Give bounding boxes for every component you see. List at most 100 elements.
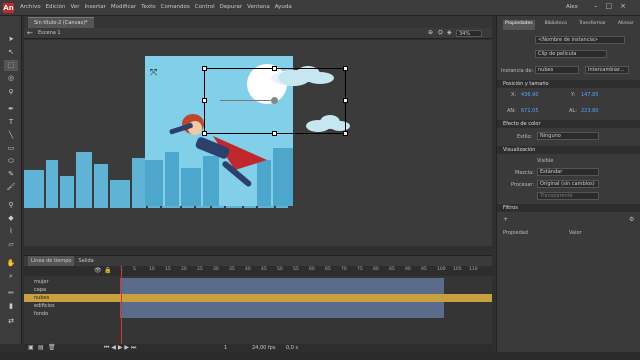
- 3d-rotation-tool-icon[interactable]: ◎: [4, 73, 18, 84]
- subselection-tool-icon[interactable]: ↖: [4, 47, 18, 58]
- registration-point[interactable]: [271, 97, 278, 104]
- y-value[interactable]: 147,85: [581, 92, 599, 98]
- transform-handle-br[interactable]: [343, 131, 348, 136]
- edit-scene-icon[interactable]: ⛭: [438, 29, 443, 37]
- transform-handle-r[interactable]: [343, 98, 348, 103]
- menu-ventana[interactable]: Ventana: [247, 4, 270, 10]
- new-folder-icon[interactable]: ▤: [38, 344, 44, 351]
- layer-row-capa[interactable]: capa: [24, 286, 492, 294]
- transform-tool-icon[interactable]: ⬚: [4, 60, 18, 71]
- user-name[interactable]: Alex: [566, 4, 578, 10]
- menu-ayuda[interactable]: Ayuda: [275, 4, 292, 10]
- filter-options-icon[interactable]: ⚙: [629, 216, 634, 223]
- close-button[interactable]: ×: [620, 2, 626, 10]
- center-stage-icon[interactable]: ⊕: [428, 29, 433, 36]
- eraser-icon[interactable]: ▱: [4, 239, 18, 250]
- style-select[interactable]: Ninguno: [537, 132, 599, 140]
- layer-frames[interactable]: [120, 310, 444, 318]
- layer-frames[interactable]: [120, 286, 444, 294]
- section-position-size[interactable]: Posición y tamaño: [497, 80, 640, 88]
- lock-icon[interactable]: 🔒: [104, 267, 111, 274]
- layer-row-nubes[interactable]: nubes: [24, 294, 492, 302]
- layer-row-edificios[interactable]: edificios: [24, 302, 492, 310]
- symbol-type-select[interactable]: Clip de película: [535, 50, 607, 58]
- oval-tool-icon[interactable]: ⬭: [4, 156, 18, 167]
- stroke-color-icon[interactable]: ✏: [4, 288, 18, 299]
- instance-name-input[interactable]: <Nombre de instancia>: [535, 36, 625, 44]
- rectangle-tool-icon[interactable]: ▭: [4, 143, 18, 154]
- render-select[interactable]: Original (sin cambios): [537, 180, 599, 188]
- eyedropper-icon[interactable]: ⌇: [4, 226, 18, 237]
- line-tool-icon[interactable]: ╲: [4, 130, 18, 141]
- section-display[interactable]: Visualización: [497, 146, 640, 154]
- eye-icon[interactable]: 👁: [94, 267, 102, 274]
- selection-tool-icon[interactable]: ➤: [4, 34, 18, 45]
- swap-colors-icon[interactable]: ⇄: [4, 316, 18, 327]
- width-value[interactable]: 671,05: [521, 108, 539, 114]
- new-layer-icon[interactable]: ▣: [28, 344, 34, 351]
- lasso-tool-icon[interactable]: ϙ: [4, 86, 18, 97]
- layer-row-fondo[interactable]: fondo: [24, 310, 492, 318]
- menu-ver[interactable]: Ver: [70, 4, 79, 10]
- layer-frames[interactable]: [120, 294, 444, 302]
- layer-name[interactable]: fondo: [34, 310, 48, 318]
- menu-modificar[interactable]: Modificar: [111, 4, 136, 10]
- transform-handle-l[interactable]: [202, 98, 207, 103]
- hand-tool-icon[interactable]: ✋: [4, 258, 18, 269]
- tab-biblioteca[interactable]: Biblioteca: [543, 20, 569, 30]
- swap-symbol-button[interactable]: Intercambiar...: [585, 66, 629, 74]
- layer-name[interactable]: nubes: [34, 294, 49, 302]
- tab-timeline[interactable]: Línea de tiempo: [28, 256, 75, 266]
- minimize-button[interactable]: –: [594, 2, 598, 10]
- bone-tool-icon[interactable]: ⚲: [4, 200, 18, 211]
- menu-control[interactable]: Control: [195, 4, 215, 10]
- zoom-field[interactable]: 34%: [456, 30, 482, 37]
- text-tool-icon[interactable]: T: [4, 117, 18, 128]
- tab-propiedades[interactable]: Propiedades: [503, 20, 535, 30]
- pen-tool-icon[interactable]: ✒: [4, 104, 18, 115]
- back-arrow-icon[interactable]: ←: [27, 29, 33, 37]
- maximize-button[interactable]: □: [606, 2, 613, 10]
- delete-layer-icon[interactable]: 🗑: [48, 344, 56, 351]
- fill-color-icon[interactable]: ▮: [4, 301, 18, 312]
- menu-comandos[interactable]: Comandos: [161, 4, 190, 10]
- fps-display[interactable]: 24,00 fps: [252, 345, 275, 351]
- document-tab[interactable]: Sin título-2 (Canvas)*: [28, 17, 94, 28]
- tab-alinear[interactable]: Alinear: [616, 20, 636, 30]
- transform-handle-b[interactable]: [272, 131, 277, 136]
- edit-symbol-icon[interactable]: ◈: [447, 29, 452, 36]
- layer-name[interactable]: mujer: [34, 278, 49, 286]
- scene-name[interactable]: Escena 1: [38, 30, 61, 36]
- playback-controls[interactable]: ⏮ ◀ ▶ ▶ ⏭: [104, 344, 136, 352]
- blend-select[interactable]: Estándar: [537, 168, 599, 176]
- layer-name[interactable]: edificios: [34, 302, 55, 310]
- layer-frames[interactable]: [120, 278, 444, 286]
- menu-texto[interactable]: Texto: [141, 4, 156, 10]
- paint-bucket-icon[interactable]: ◆: [4, 213, 18, 224]
- section-filters[interactable]: Filtros: [497, 204, 640, 212]
- transform-handle-bl[interactable]: [202, 131, 207, 136]
- transform-handle-t[interactable]: [272, 66, 277, 71]
- height-value[interactable]: 223,80: [581, 108, 599, 114]
- menu-insertar[interactable]: Insertar: [84, 4, 105, 10]
- menu-depurar[interactable]: Depurar: [220, 4, 243, 10]
- layer-frames[interactable]: [120, 302, 444, 310]
- visible-checkbox[interactable]: Visible: [537, 158, 553, 164]
- menu-edicion[interactable]: Edición: [46, 4, 66, 10]
- playhead[interactable]: [121, 266, 122, 344]
- x-value[interactable]: 436,90: [521, 92, 539, 98]
- layer-name[interactable]: capa: [34, 286, 46, 294]
- tab-output[interactable]: Salida: [78, 256, 93, 266]
- transform-handle-tr[interactable]: [343, 66, 348, 71]
- layer-row-mujer[interactable]: mujer: [24, 278, 492, 286]
- transparent-select[interactable]: Transparente: [537, 192, 599, 200]
- tab-transformar[interactable]: Transformar: [577, 20, 608, 30]
- zoom-tool-icon[interactable]: ⌕: [4, 271, 18, 282]
- transform-handle-tl[interactable]: [202, 66, 207, 71]
- add-filter-icon[interactable]: +: [503, 216, 508, 223]
- menu-archivo[interactable]: Archivo: [20, 4, 41, 10]
- section-color-effect[interactable]: Efecto de color: [497, 120, 640, 128]
- frame-ruler[interactable]: 1 5 10 15 20 25 30 35 40 45 50 55 60 65 …: [120, 267, 488, 275]
- pencil-tool-icon[interactable]: ✎: [4, 169, 18, 180]
- brush-tool-icon[interactable]: 🖌: [4, 182, 18, 193]
